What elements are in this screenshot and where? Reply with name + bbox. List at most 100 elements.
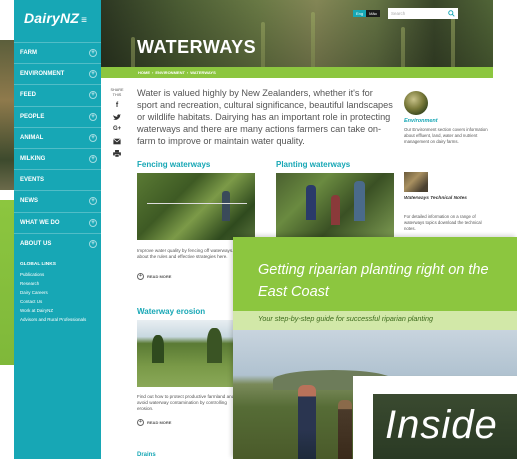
- search-input[interactable]: [391, 11, 443, 16]
- grass-decoration: [451, 17, 455, 67]
- plus-icon[interactable]: +: [89, 112, 97, 121]
- environment-description: Our Environment section covers informati…: [404, 127, 488, 144]
- grass-decoration: [401, 27, 405, 67]
- global-link-research[interactable]: Research: [20, 279, 86, 288]
- photo-person: [338, 400, 352, 459]
- breadcrumb: HOME › ENVIRONMENT › WATERWAYS: [101, 67, 493, 78]
- booklet-subtitle-strip: Your step-by-step guide for successful r…: [233, 311, 517, 330]
- sidebar-item-label: EVENTS: [20, 177, 45, 184]
- facebook-icon[interactable]: f: [113, 102, 121, 109]
- share-bar: SHARE THIS f G+: [110, 88, 124, 157]
- plus-icon[interactable]: +: [89, 70, 97, 79]
- sidebar-item-label: ENVIRONMENT: [20, 71, 65, 78]
- sidebar-item-animal[interactable]: ANIMAL +: [14, 126, 101, 148]
- grass-decoration: [131, 37, 135, 67]
- edge-panel-green: [0, 200, 14, 365]
- global-link-publications[interactable]: Publications: [20, 270, 86, 279]
- global-link-contact-us[interactable]: Contact Us: [20, 297, 86, 306]
- riparian-booklet-cover: Getting riparian planting right on the E…: [233, 237, 517, 459]
- plus-icon[interactable]: +: [89, 91, 97, 100]
- card-title-drains[interactable]: Drains: [137, 452, 156, 458]
- global-link-work-at-dairynz[interactable]: Work at DairyNZ: [20, 306, 86, 315]
- dairynz-logo[interactable]: DairyNZ ≡: [24, 10, 87, 26]
- breadcrumb-home[interactable]: HOME: [138, 70, 150, 75]
- card-title-planting[interactable]: Planting waterways: [276, 160, 350, 169]
- global-links-heading: GLOBAL LINKS: [20, 262, 56, 267]
- sidebar-item-environment[interactable]: ENVIRONMENT +: [14, 63, 101, 84]
- card-title-erosion[interactable]: Waterway erosion: [137, 307, 205, 316]
- technical-notes-title[interactable]: Waterways Technical Notes: [404, 196, 484, 202]
- photo-person: [298, 385, 316, 459]
- photo-fence-wire: [147, 203, 247, 204]
- sidebar-nav: FARM + ENVIRONMENT + FEED + PEOPLE + ANIMAL +…: [14, 42, 101, 254]
- sidebar-item-farm[interactable]: FARM +: [14, 42, 101, 63]
- sidebar-item-milking[interactable]: MILKING +: [14, 147, 101, 169]
- sidebar-item-feed[interactable]: FEED +: [14, 84, 101, 105]
- photo-tree: [207, 328, 222, 363]
- sidebar-item-label: FEED: [20, 92, 37, 99]
- sidebar-item-events[interactable]: EVENTS: [14, 169, 101, 190]
- environment-link-title[interactable]: Environment: [404, 118, 438, 124]
- search-box: [388, 8, 458, 19]
- sidebar-item-label: ABOUT US: [20, 240, 52, 247]
- sidebar-item-label: FARM: [20, 50, 37, 57]
- plus-icon[interactable]: +: [89, 155, 97, 164]
- card-title-fencing[interactable]: Fencing waterways: [137, 160, 210, 169]
- global-links: GLOBAL LINKS Publications Research Dairy…: [20, 262, 86, 324]
- email-icon[interactable]: [113, 138, 121, 145]
- lang-english-button[interactable]: Eng: [353, 10, 367, 17]
- sidebar-item-label: NEWS: [20, 198, 38, 205]
- global-link-advisors[interactable]: Advisors and Rural Professionals: [20, 315, 86, 324]
- erosion-photo[interactable]: [137, 320, 234, 387]
- planting-photo[interactable]: [276, 173, 394, 237]
- photo-person: [331, 195, 340, 225]
- breadcrumb-separator: ›: [152, 70, 154, 75]
- twitter-icon[interactable]: [113, 114, 121, 121]
- photo-person: [306, 185, 316, 220]
- breadcrumb-current: WATERWAYS: [190, 70, 216, 75]
- sidebar-item-news[interactable]: NEWS +: [14, 190, 101, 211]
- language-toggle: Eng Māo: [353, 10, 380, 17]
- technical-notes-thumbnail[interactable]: [404, 172, 428, 192]
- plus-icon: +: [137, 419, 144, 426]
- grass-decoration: [261, 22, 265, 67]
- sidebar-item-label: PEOPLE: [20, 113, 45, 120]
- plus-icon[interactable]: +: [89, 49, 97, 58]
- photo-tree: [152, 335, 164, 363]
- print-icon[interactable]: [113, 150, 121, 157]
- sidebar: DairyNZ ≡ FARM + ENVIRONMENT + FEED + PEOPLE…: [14, 0, 101, 459]
- inside-booklet-card: Inside: [353, 376, 517, 459]
- plus-icon[interactable]: +: [89, 197, 97, 206]
- photo-person: [222, 191, 230, 221]
- read-more-label: READ MORE: [147, 274, 172, 279]
- global-link-dairy-careers[interactable]: Dairy Careers: [20, 288, 86, 297]
- lang-maori-button[interactable]: Māo: [366, 10, 380, 17]
- plus-icon[interactable]: +: [89, 218, 97, 227]
- breadcrumb-separator: ›: [186, 70, 189, 75]
- environment-thumbnail[interactable]: [404, 91, 428, 115]
- sidebar-item-about-us[interactable]: ABOUT US +: [14, 232, 101, 254]
- sidebar-item-what-we-do[interactable]: WHAT WE DO +: [14, 211, 101, 233]
- intro-paragraph: Water is valued highly by New Zealanders…: [137, 88, 393, 146]
- share-label: SHARE: [110, 88, 124, 92]
- fencing-photo[interactable]: [137, 173, 255, 240]
- plus-icon: +: [137, 273, 144, 280]
- page-title: WATERWAYS: [137, 37, 257, 57]
- logo-text: DairyNZ: [24, 10, 80, 26]
- plus-icon[interactable]: +: [89, 239, 97, 248]
- header-banner: WATERWAYS Eng Māo: [101, 0, 493, 67]
- sidebar-item-people[interactable]: PEOPLE +: [14, 105, 101, 127]
- read-more-fencing-button[interactable]: + READ MORE: [137, 273, 171, 280]
- grass-decoration: [311, 12, 315, 67]
- plus-icon[interactable]: +: [89, 133, 97, 142]
- breadcrumb-environment[interactable]: ENVIRONMENT: [155, 70, 185, 75]
- sidebar-item-label: MILKING: [20, 156, 46, 163]
- photo-person: [354, 181, 365, 221]
- google-plus-icon[interactable]: G+: [113, 126, 121, 133]
- booklet-title: Getting riparian planting right on the E…: [258, 262, 489, 300]
- search-icon[interactable]: [448, 10, 455, 17]
- inside-booklet-title: Inside: [385, 403, 498, 447]
- read-more-erosion-button[interactable]: + READ MORE: [137, 419, 171, 426]
- logo-swoosh-icon: ≡: [81, 15, 88, 26]
- sidebar-item-label: ANIMAL: [20, 134, 44, 141]
